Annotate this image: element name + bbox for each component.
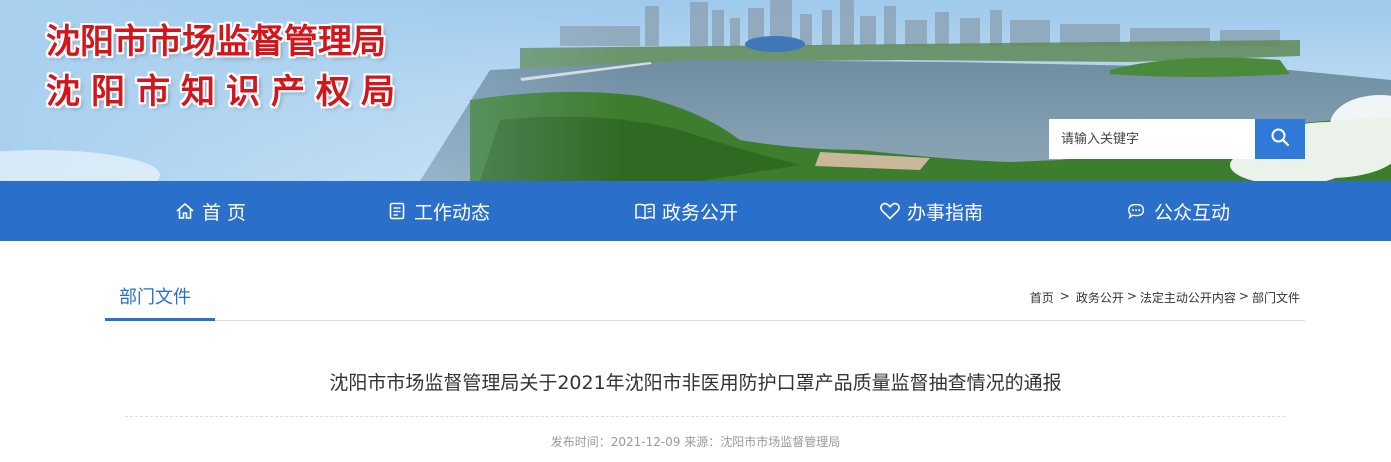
chat-icon [1126,200,1148,222]
breadcrumb: 首页 > 政务公开 > 法定主动公开内容 > 部门文件 [1030,289,1300,306]
breadcrumb-separator: > [1238,289,1249,303]
source-label: 来源： [684,435,721,449]
nav-item-gov-affairs[interactable]: 政务公开 [634,181,738,241]
nav-item-service-guide[interactable]: 办事指南 [879,181,983,241]
search-input[interactable] [1049,119,1255,159]
document-icon [386,200,408,222]
breadcrumb-gov-affairs[interactable]: 政务公开 [1076,289,1124,306]
section-tab-dept-docs[interactable]: 部门文件 [105,281,215,321]
site-title-primary: 沈阳市市场监督管理局 [46,22,386,62]
article-meta: 发布时间：2021-12-09 来源：沈阳市市场监督管理局 [0,433,1391,450]
search-button[interactable] [1255,119,1305,159]
nav-item-label: 公众互动 [1154,201,1231,224]
header-banner: 沈阳市市场监督管理局 沈阳市知识产权局 [0,0,1391,181]
breadcrumb-statutory-content[interactable]: 法定主动公开内容 [1140,289,1236,306]
home-icon [174,200,196,222]
breadcrumb-dept-docs[interactable]: 部门文件 [1252,289,1300,306]
breadcrumb-separator: > [1126,289,1137,303]
nav-item-label: 工作动态 [414,201,491,224]
search-icon [1270,127,1290,151]
site-title-secondary: 沈阳市知识产权局 [46,72,406,112]
search-box [1049,119,1305,159]
nav-item-public-interaction[interactable]: 公众互动 [1126,181,1230,241]
nav-item-label: 政务公开 [662,201,739,224]
article-title: 沈阳市市场监督管理局关于2021年沈阳市非医用防护口罩产品质量监督抽查情况的通报 [329,372,1062,394]
nav-item-work-news[interactable]: 工作动态 [386,181,490,241]
book-icon [634,200,656,222]
source-value: 沈阳市市场监督管理局 [720,435,841,449]
nav-item-label: 首 页 [202,201,247,224]
nav-item-label: 办事指南 [907,201,984,224]
heart-icon [879,200,901,222]
title-divider [125,416,1285,417]
publish-date: 2021-12-09 [610,435,681,449]
breadcrumb-separator: > [1059,289,1070,303]
breadcrumb-home[interactable]: 首页 [1030,289,1054,306]
section-header: 部门文件 首页 > 政务公开 > 法定主动公开内容 > 部门文件 [105,281,1305,321]
publish-date-label: 发布时间： [550,435,611,449]
nav-item-home[interactable]: 首 页 [174,181,246,241]
